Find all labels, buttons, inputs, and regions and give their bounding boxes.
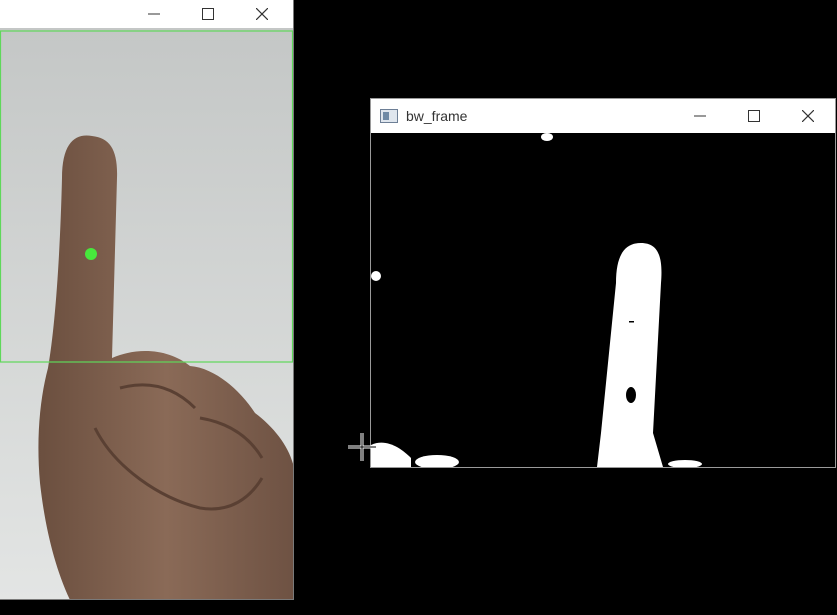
noise-blob [541, 133, 553, 141]
close-icon[interactable] [781, 99, 835, 133]
minimize-icon[interactable] [127, 0, 181, 28]
mask-hole-small [629, 321, 634, 323]
app-icon [380, 109, 398, 123]
camera-frame-image [0, 28, 293, 599]
close-icon[interactable] [235, 0, 289, 28]
maximize-icon[interactable] [727, 99, 781, 133]
mask-hole [626, 387, 636, 403]
bw-window-titlebar[interactable]: bw_frame [371, 99, 835, 133]
window-title: bw_frame [406, 108, 468, 124]
hand-scene [0, 28, 293, 599]
minimize-icon[interactable] [673, 99, 727, 133]
noise-blob [371, 271, 381, 281]
maximize-icon[interactable] [181, 0, 235, 28]
crosshair-icon [348, 433, 376, 461]
bw-frame-window: bw_frame [370, 98, 836, 468]
binary-mask [371, 133, 835, 467]
camera-window-titlebar[interactable] [0, 0, 293, 28]
bw-mask-image [371, 133, 835, 467]
camera-frame-window [0, 0, 294, 600]
fingertip-marker [85, 248, 97, 260]
